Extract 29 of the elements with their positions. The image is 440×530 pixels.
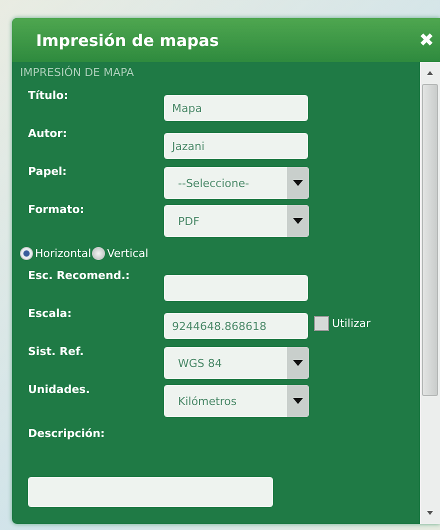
dropdown[interactable]: WGS 84 [164,347,309,379]
scroll-thumb[interactable] [422,84,438,396]
field-label: Título: [27,88,70,102]
window-title: Impresión de mapas [36,30,219,50]
section-heading: IMPRESIÓN DE MAPA [20,66,135,79]
field-label: Unidades. [27,382,91,396]
radio-label: Horizontal [35,246,92,260]
field-label: Papel: [27,164,68,178]
text-field[interactable]: 9244648.868618 [164,313,308,339]
field-label: Formato: [27,202,86,216]
radio-label: Vertical [107,246,148,260]
dropdown[interactable]: Kilómetros [164,385,309,417]
radio-button[interactable] [92,246,106,260]
dropdown[interactable]: PDF [164,205,309,237]
checkbox-label: Utilizar [332,317,371,330]
scrollbar[interactable] [420,62,440,524]
field-label: Autor: [27,126,68,140]
field-label: Escala: [27,306,73,320]
field-label: Esc. Recomend.: [27,268,131,282]
dropdown[interactable]: --Seleccione- [164,167,309,199]
close-button[interactable]: ✖ [419,29,434,51]
text-field[interactable]: Mapa [164,95,308,121]
radio-button[interactable] [20,246,33,260]
field-label: Sist. Ref. [27,344,85,358]
text-field[interactable]: Jazani [164,133,308,159]
text-field[interactable] [164,275,308,301]
description-field[interactable] [28,477,273,507]
checkbox[interactable] [314,316,329,331]
field-label: Descripción: [27,426,106,442]
